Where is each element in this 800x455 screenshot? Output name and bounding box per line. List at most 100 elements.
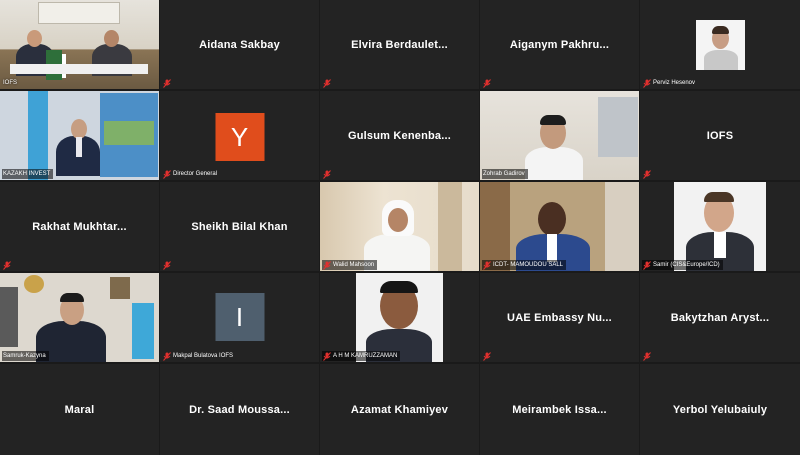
- participant-label: [2, 260, 16, 270]
- participant-label: Walid Mahsoon: [322, 260, 378, 270]
- participant-tile[interactable]: Dr. Saad Moussa...: [160, 364, 319, 455]
- avatar: I: [215, 293, 264, 341]
- mic-muted-icon: [483, 351, 491, 361]
- mic-muted-icon: [3, 260, 11, 270]
- participant-tile[interactable]: Bakytzhan Aryst...: [640, 273, 800, 362]
- mic-muted-icon: [163, 260, 171, 270]
- participant-name: Samruk-Kazyna: [3, 353, 46, 359]
- profile-photo: [356, 273, 443, 362]
- participant-label: Makpal Bulatova IOFS: [162, 351, 236, 361]
- participant-tile[interactable]: A H M KAMRUZZAMAN: [320, 273, 479, 362]
- participant-tile[interactable]: Samruk-Kazyna: [0, 273, 159, 362]
- video-feed: [0, 0, 159, 89]
- avatar: Y: [215, 113, 264, 161]
- participant-name: Sheikh Bilal Khan: [191, 220, 288, 233]
- participant-name: IOFS: [3, 80, 18, 86]
- mic-muted-icon: [323, 169, 331, 179]
- mic-muted-icon: [163, 351, 171, 361]
- participant-tile[interactable]: KAZAKH INVEST: [0, 91, 159, 180]
- participant-label: A H M KAMRUZZAMAN: [322, 351, 401, 361]
- mic-muted-icon: [323, 351, 331, 361]
- mic-muted-icon: [323, 260, 331, 270]
- participant-tile[interactable]: Walid Mahsoon: [320, 182, 479, 271]
- participant-name: Director General: [173, 171, 218, 177]
- participant-tile[interactable]: Samir (CIS&Europe/ICD): [640, 182, 800, 271]
- participant-name: Aidana Sakbay: [199, 38, 280, 51]
- avatar-letter: Y: [230, 121, 249, 152]
- participant-name: ICDT- MAMOUDOU SALL: [493, 262, 564, 268]
- participant-name: Elvira Berdaulet...: [351, 38, 448, 51]
- video-feed: [480, 182, 639, 271]
- participant-tile[interactable]: Maral: [0, 364, 159, 455]
- participant-name: Bakytzhan Aryst...: [670, 311, 770, 324]
- participant-tile[interactable]: ICDT- MAMOUDOU SALL: [480, 182, 639, 271]
- mic-muted-icon: [323, 78, 331, 88]
- profile-photo: [696, 20, 745, 70]
- participant-tile[interactable]: UAE Embassy Nu...: [480, 273, 639, 362]
- participant-tile[interactable]: Zohrab Gadirov: [480, 91, 639, 180]
- participant-name: IOFS: [706, 129, 734, 142]
- participant-name: Meirambek Issa...: [512, 403, 607, 416]
- participant-name: Makpal Bulatova IOFS: [173, 353, 234, 359]
- participant-name: Aiganym Pakhru...: [509, 38, 610, 51]
- participant-name: Dr. Saad Moussa...: [189, 403, 290, 416]
- participant-tile[interactable]: Sheikh Bilal Khan: [160, 182, 319, 271]
- participant-label: [322, 78, 336, 88]
- participant-name: Perviz Hesenov: [653, 80, 696, 86]
- mic-muted-icon: [643, 351, 651, 361]
- participant-tile[interactable]: Perviz Hesenov: [640, 0, 800, 89]
- participant-tile[interactable]: Elvira Berdaulet...: [320, 0, 479, 89]
- participant-label: Perviz Hesenov: [642, 78, 698, 88]
- participant-tile[interactable]: Aidana Sakbay: [160, 0, 319, 89]
- participant-label: [482, 78, 496, 88]
- participant-tile[interactable]: Yerbol Yelubaiuly: [640, 364, 800, 455]
- participant-tile[interactable]: Azamat Khamiyev: [320, 364, 479, 455]
- participant-label: [642, 169, 656, 179]
- participant-tile[interactable]: Gulsum Kenenba...: [320, 91, 479, 180]
- mic-muted-icon: [483, 260, 491, 270]
- participant-tile[interactable]: I Makpal Bulatova IOFS: [160, 273, 319, 362]
- participant-name: Walid Mahsoon: [333, 262, 375, 268]
- participant-name: Yerbol Yelubaiuly: [672, 403, 768, 416]
- video-feed: [320, 182, 479, 271]
- participant-label: IOFS: [2, 78, 20, 88]
- participant-label: [322, 169, 336, 179]
- video-feed: [480, 91, 639, 180]
- participant-label: Samruk-Kazyna: [2, 351, 49, 361]
- participant-name: Samir (CIS&Europe/ICD): [653, 262, 720, 268]
- participant-name: Maral: [64, 403, 95, 416]
- participant-label: [162, 260, 176, 270]
- mic-muted-icon: [643, 260, 651, 270]
- participant-name: KAZAKH INVEST: [3, 171, 51, 177]
- participant-name: A H M KAMRUZZAMAN: [333, 353, 398, 359]
- participant-tile[interactable]: IOFS: [640, 91, 800, 180]
- mic-muted-icon: [643, 169, 651, 179]
- participant-name: Zohrab Gadirov: [483, 171, 525, 177]
- participant-name: UAE Embassy Nu...: [507, 311, 612, 324]
- participant-label: KAZAKH INVEST: [2, 169, 54, 179]
- mic-muted-icon: [483, 78, 491, 88]
- video-feed: [0, 273, 159, 362]
- participant-label: [162, 78, 176, 88]
- participant-name: Gulsum Kenenba...: [347, 129, 452, 142]
- avatar-letter: I: [235, 301, 244, 332]
- participant-gallery: IOFS Aidana Sakbay Elvira Berdaulet... A…: [0, 0, 800, 455]
- participant-name: Azamat Khamiyev: [350, 403, 449, 416]
- participant-tile[interactable]: Y Director General: [160, 91, 319, 180]
- video-feed: [0, 91, 159, 180]
- participant-tile[interactable]: Aiganym Pakhru...: [480, 0, 639, 89]
- participant-tile[interactable]: Rakhat Mukhtar...: [0, 182, 159, 271]
- profile-photo: [674, 182, 766, 271]
- mic-muted-icon: [163, 169, 171, 179]
- participant-label: Samir (CIS&Europe/ICD): [642, 260, 723, 270]
- participant-tile[interactable]: IOFS: [0, 0, 159, 89]
- participant-label: [642, 351, 656, 361]
- participant-tile[interactable]: Meirambek Issa...: [480, 364, 639, 455]
- mic-muted-icon: [163, 78, 171, 88]
- participant-label: Zohrab Gadirov: [482, 169, 528, 179]
- participant-name: Rakhat Mukhtar...: [32, 220, 127, 233]
- participant-label: [482, 351, 496, 361]
- mic-muted-icon: [643, 78, 651, 88]
- participant-label: Director General: [162, 169, 220, 179]
- participant-label: ICDT- MAMOUDOU SALL: [482, 260, 567, 270]
